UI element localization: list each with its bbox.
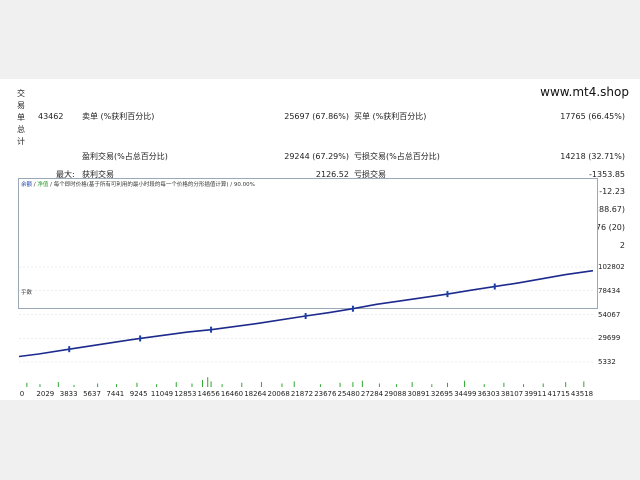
volume-bar-32 xyxy=(565,382,567,387)
x-tick-label-16: 29088 xyxy=(384,390,407,398)
volume-bar-14 xyxy=(241,382,243,387)
volume-bar-1 xyxy=(39,384,41,387)
chart-marker-5 xyxy=(446,291,449,298)
x-tick-label-7: 12853 xyxy=(174,390,197,398)
x-tick-label-1: 2029 xyxy=(36,390,55,398)
x-tick-label-19: 34499 xyxy=(454,390,477,398)
x-tick-label-24: 43518 xyxy=(570,390,594,398)
x-tick-label-14: 25480 xyxy=(337,390,360,398)
volume-bar-21 xyxy=(361,380,363,387)
volume-bar-27 xyxy=(464,380,466,387)
chart-canvas xyxy=(18,266,594,387)
chart-marker-1 xyxy=(139,335,142,342)
x-tick-label-4: 7441 xyxy=(106,390,125,398)
volume-bar-29 xyxy=(503,382,505,387)
x-tick-label-17: 30891 xyxy=(407,390,430,398)
volume-bar-19 xyxy=(339,382,341,387)
volume-bar-10 xyxy=(201,380,203,387)
x-tick-label-0: 0 xyxy=(19,390,25,398)
volume-bar-7 xyxy=(156,384,158,387)
volume-bar-23 xyxy=(395,384,397,387)
x-tick-label-22: 39911 xyxy=(524,390,547,398)
volume-bar-9 xyxy=(191,383,193,387)
x-tick-label-5: 9245 xyxy=(129,390,148,398)
x-tick-label-3: 5637 xyxy=(83,390,101,398)
chart-marker-4 xyxy=(351,305,354,312)
volume-bar-0 xyxy=(26,382,28,387)
volume-bar-20 xyxy=(352,382,354,387)
chart-marker-3 xyxy=(304,313,307,320)
x-tick-label-21: 38107 xyxy=(500,390,524,398)
volume-bar-13 xyxy=(221,384,223,387)
volume-bar-8 xyxy=(175,382,177,387)
volume-bar-31 xyxy=(542,383,544,387)
volume-bar-15 xyxy=(260,382,262,387)
y-tick-label-4: 5332 xyxy=(598,358,616,366)
volume-bar-28 xyxy=(483,384,485,387)
volume-bar-4 xyxy=(97,383,99,387)
chart-marker-2 xyxy=(210,326,213,333)
x-tick-label-11: 20068 xyxy=(267,390,290,398)
x-tick-label-6: 11049 xyxy=(150,390,174,398)
y-tick-label-0: 102802 xyxy=(598,263,625,271)
volume-bar-3 xyxy=(73,384,75,387)
volume-bar-25 xyxy=(431,384,433,387)
x-tick-label-10: 18264 xyxy=(244,390,267,398)
x-tick-label-8: 14656 xyxy=(197,390,220,398)
x-tick-label-23: 41715 xyxy=(547,390,570,398)
volume-bar-12 xyxy=(210,381,212,387)
chart-marker-0 xyxy=(68,346,71,353)
x-tick-label-20: 36303 xyxy=(477,390,500,398)
volume-bar-5 xyxy=(116,384,118,387)
y-tick-label-2: 54067 xyxy=(598,310,621,319)
volume-bar-22 xyxy=(378,383,380,387)
x-tick-label-13: 23676 xyxy=(314,390,337,398)
volume-bar-17 xyxy=(293,381,295,387)
y-tick-label-1: 78434 xyxy=(598,286,621,295)
volume-bar-26 xyxy=(446,382,448,387)
volume-bar-11 xyxy=(207,377,209,387)
x-tick-label-9: 16460 xyxy=(220,390,244,398)
x-tick-label-12: 21872 xyxy=(290,390,314,398)
volume-bar-33 xyxy=(583,381,585,387)
volume-bar-2 xyxy=(57,382,59,387)
volume-bar-6 xyxy=(136,382,138,387)
x-tick-label-15: 27284 xyxy=(360,390,384,398)
x-tick-label-18: 32695 xyxy=(430,390,454,398)
chart-marker-6 xyxy=(493,283,496,290)
y-tick-label-3: 29699 xyxy=(598,334,621,343)
volume-bar-24 xyxy=(411,382,413,387)
volume-bar-16 xyxy=(281,383,283,387)
volume-bar-30 xyxy=(523,384,525,387)
x-tick-label-2: 3833 xyxy=(59,390,78,398)
volume-bar-18 xyxy=(319,384,321,387)
